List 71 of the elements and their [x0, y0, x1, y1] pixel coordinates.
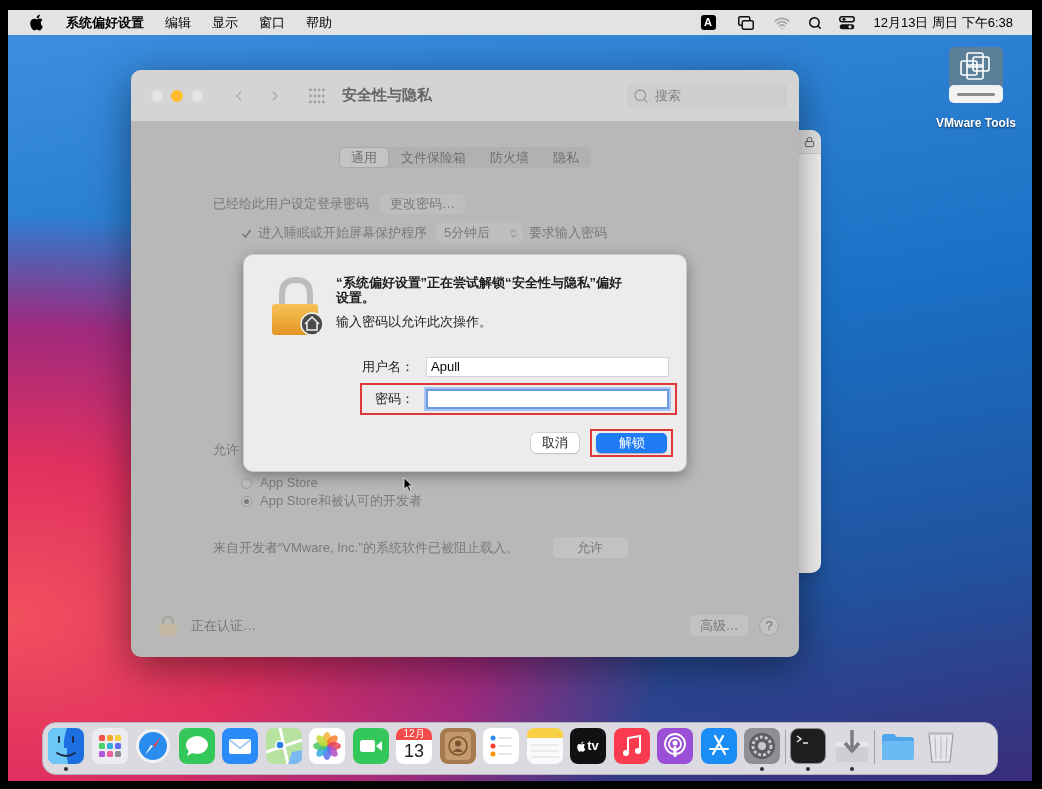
cancel-button[interactable]: 取消	[531, 433, 579, 453]
password-field[interactable]	[426, 389, 669, 409]
checkbox[interactable]	[241, 227, 252, 239]
screen-mirroring-icon[interactable]	[737, 15, 754, 30]
tab[interactable]: 防火墙	[478, 147, 541, 168]
menu-item[interactable]: 帮助	[306, 12, 332, 33]
setting-label: 已经给此用户设定登录密码	[213, 195, 369, 214]
lock-icon[interactable]	[804, 135, 815, 148]
grid-icon[interactable]	[309, 87, 325, 104]
tv-app-tile[interactable]: tv	[570, 728, 606, 764]
app-store-icon[interactable]	[700, 728, 737, 764]
pointer-cursor-icon	[403, 477, 413, 492]
search-placeholder: 搜索	[655, 86, 681, 105]
speech-bubble-icon[interactable]	[178, 728, 215, 764]
menu-bar-clock[interactable]: 12月13日 周日 下午6:38	[873, 12, 1013, 33]
tab[interactable]: 文件保险箱	[389, 147, 478, 168]
change-password-button[interactable]: 更改密码…	[380, 194, 465, 214]
settings-icon[interactable]	[744, 728, 780, 764]
advanced-button[interactable]: 高级…	[690, 615, 748, 636]
download-arrow-icon[interactable]	[833, 728, 870, 764]
menu-item[interactable]: 窗口	[259, 12, 285, 33]
calendar-month-text: 12月	[396, 728, 432, 740]
radio-label: App Store	[260, 476, 318, 490]
field-label: 用户名：	[362, 358, 414, 377]
apple-logo-icon	[577, 740, 587, 752]
padlock-icon	[270, 277, 324, 337]
dialog-prompt: 输入密码以允许此次操作。	[336, 314, 493, 330]
tv-logo-text: tv	[587, 739, 599, 753]
tab[interactable]: 隐私	[541, 147, 591, 168]
status-text: 正在认证…	[191, 616, 256, 635]
apple-logo-icon[interactable]	[30, 14, 44, 31]
field-label: 密码：	[374, 390, 414, 409]
help-button[interactable]: ?	[759, 615, 779, 636]
dialog-message: “系统偏好设置”正在尝试解锁“安全性与隐私”偏好设置。	[336, 275, 623, 305]
compass-icon[interactable]	[135, 728, 171, 764]
drive-icon[interactable]	[947, 45, 1005, 105]
allow-button[interactable]: 允许	[552, 537, 628, 558]
desktop-icon-label[interactable]: VMware Tools	[936, 114, 1016, 132]
podcast-icon[interactable]	[657, 728, 693, 764]
calendar-app-tile[interactable]: 12月 13	[396, 728, 432, 764]
menu-item[interactable]: 显示	[212, 12, 238, 33]
menu-item[interactable]: 编辑	[165, 12, 191, 33]
video-camera-icon[interactable]	[352, 728, 389, 764]
map-icon[interactable]	[265, 728, 302, 764]
radio-button[interactable]	[241, 477, 252, 489]
input-source-indicator[interactable]: A	[700, 15, 716, 30]
radio-label: App Store和被认可的开发者	[260, 494, 422, 508]
section-heading: 允许	[213, 442, 239, 458]
search-field[interactable]: 搜索	[627, 82, 787, 109]
terminal-icon[interactable]	[790, 728, 826, 764]
up-down-chevron-icon	[508, 226, 519, 240]
envelope-icon[interactable]	[222, 728, 258, 764]
delay-value: 5分钟后	[444, 224, 491, 243]
control-center-icon[interactable]	[838, 15, 855, 30]
app-menu[interactable]: 系统偏好设置	[66, 12, 144, 33]
address-book-icon[interactable]	[439, 728, 476, 764]
music-note-icon[interactable]	[613, 728, 650, 764]
username-field[interactable]: Apull	[426, 357, 669, 377]
checklist-icon[interactable]	[483, 728, 519, 764]
delay-popup-button[interactable]: 5分钟后	[436, 223, 523, 243]
app-grid-icon[interactable]	[91, 728, 128, 764]
search-icon	[633, 87, 649, 104]
search-icon[interactable]	[807, 15, 822, 30]
tab[interactable]: 通用	[339, 147, 389, 168]
unlock-button[interactable]: 解锁	[596, 433, 667, 453]
field-value: Apull	[431, 358, 460, 377]
calendar-day-text: 13	[404, 740, 424, 762]
flower-icon[interactable]	[309, 728, 345, 764]
radio-button[interactable]	[241, 495, 252, 507]
smiling-face-icon[interactable]	[48, 728, 84, 764]
window-title: 安全性与隐私	[342, 85, 432, 106]
